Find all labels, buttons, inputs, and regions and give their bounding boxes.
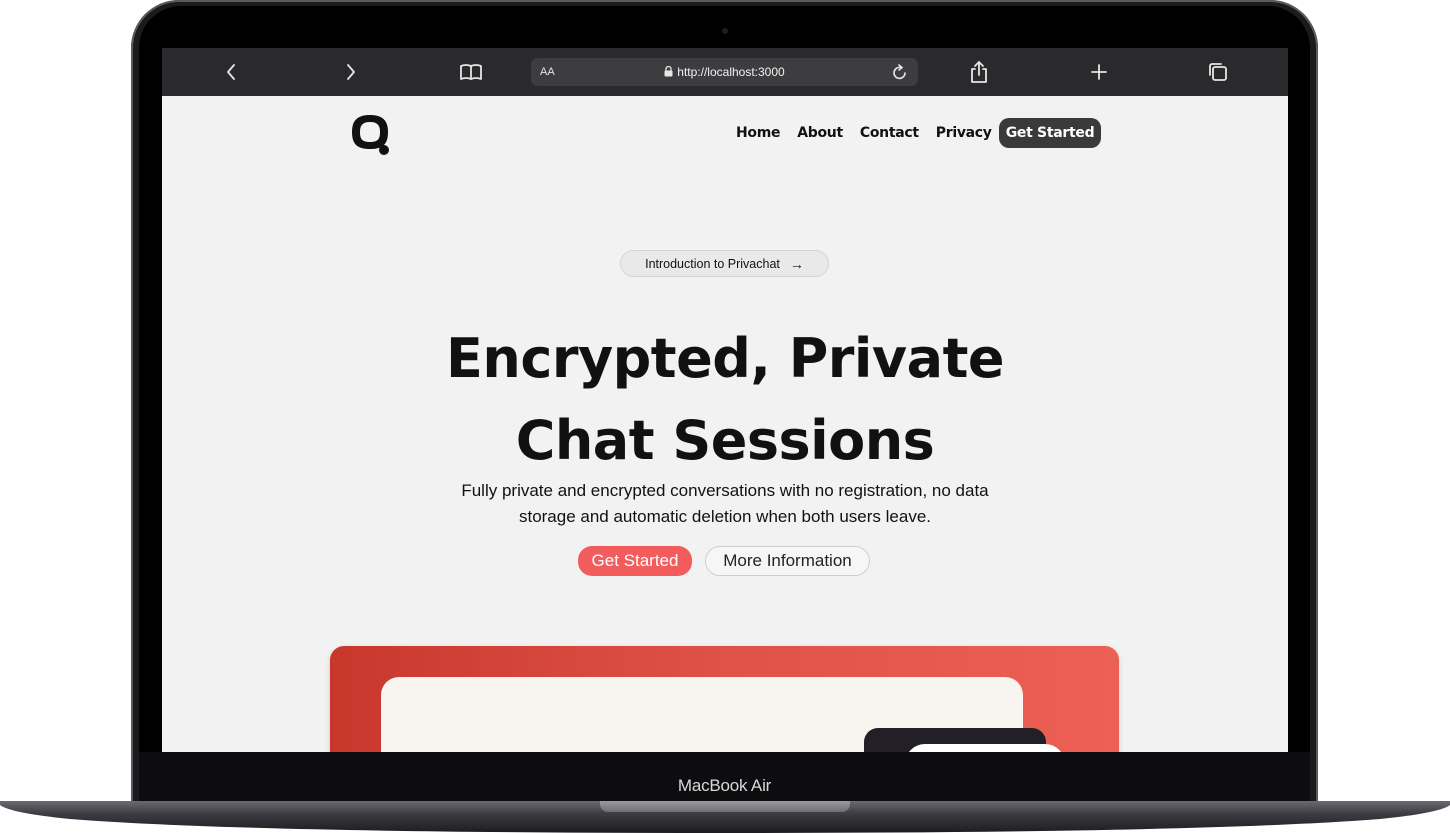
hero-subtext: Fully private and encrypted conversation… <box>442 478 1008 530</box>
nav-link-about[interactable]: About <box>797 125 843 141</box>
lock-icon <box>664 65 673 80</box>
nav-links: Home About Contact Privacy <box>736 125 1009 141</box>
url-display[interactable]: http://localhost:3000 <box>531 65 918 80</box>
plus-icon <box>1091 64 1107 80</box>
forward-button[interactable] <box>340 58 362 86</box>
headline-line-2: Chat Sessions <box>515 409 935 472</box>
headline-line-1: Encrypted, Private <box>445 327 1005 390</box>
browser-screen: AA http://localhost:3000 Home About Cont… <box>162 48 1288 752</box>
device-label: MacBook Air <box>677 776 772 795</box>
browser-toolbar: AA http://localhost:3000 <box>162 48 1288 96</box>
hero-get-started-button[interactable]: Get Started <box>578 546 692 576</box>
book-icon <box>460 64 482 80</box>
nav-link-contact[interactable]: Contact <box>860 125 919 141</box>
site-navbar: Home About Contact Privacy Get Started <box>162 96 1288 174</box>
url-text: http://localhost:3000 <box>677 65 785 79</box>
app-preview-panel: ... <box>330 646 1119 752</box>
back-button[interactable] <box>220 58 242 86</box>
address-bar[interactable]: AA http://localhost:3000 <box>531 58 918 86</box>
hero-headline: Encrypted, Private Chat Sessions <box>162 318 1288 482</box>
nav-link-privacy[interactable]: Privacy <box>936 125 992 141</box>
brand-logo-icon[interactable] <box>348 112 392 156</box>
arrow-right-icon: → <box>789 255 804 272</box>
tabs-icon <box>1209 63 1227 81</box>
chevron-right-icon <box>347 64 355 80</box>
camera-icon <box>722 28 728 34</box>
subtext-line-2: storage and automatic deletion when both… <box>518 507 932 526</box>
subtext-line-1: Fully private and encrypted conversation… <box>461 481 989 500</box>
nav-get-started-button[interactable]: Get Started <box>999 118 1101 148</box>
more-information-button[interactable]: More Information <box>705 546 870 576</box>
new-tab-button[interactable] <box>1088 58 1110 86</box>
reload-button[interactable] <box>892 63 908 86</box>
intro-pill-link[interactable]: Introduction to Privachat → <box>620 250 829 277</box>
nav-link-home[interactable]: Home <box>736 125 781 141</box>
chevron-left-icon <box>227 64 235 80</box>
reload-icon <box>893 64 906 80</box>
bookmarks-button[interactable] <box>458 58 484 86</box>
share-icon <box>971 61 987 83</box>
share-button[interactable] <box>968 58 990 86</box>
intro-pill-text: Introduction to Privachat <box>645 256 780 271</box>
preview-message-bubble <box>905 744 1065 752</box>
preview-card: ... <box>381 677 1046 752</box>
laptop-hinge-notch <box>600 801 850 812</box>
tabs-overview-button[interactable] <box>1207 58 1229 86</box>
